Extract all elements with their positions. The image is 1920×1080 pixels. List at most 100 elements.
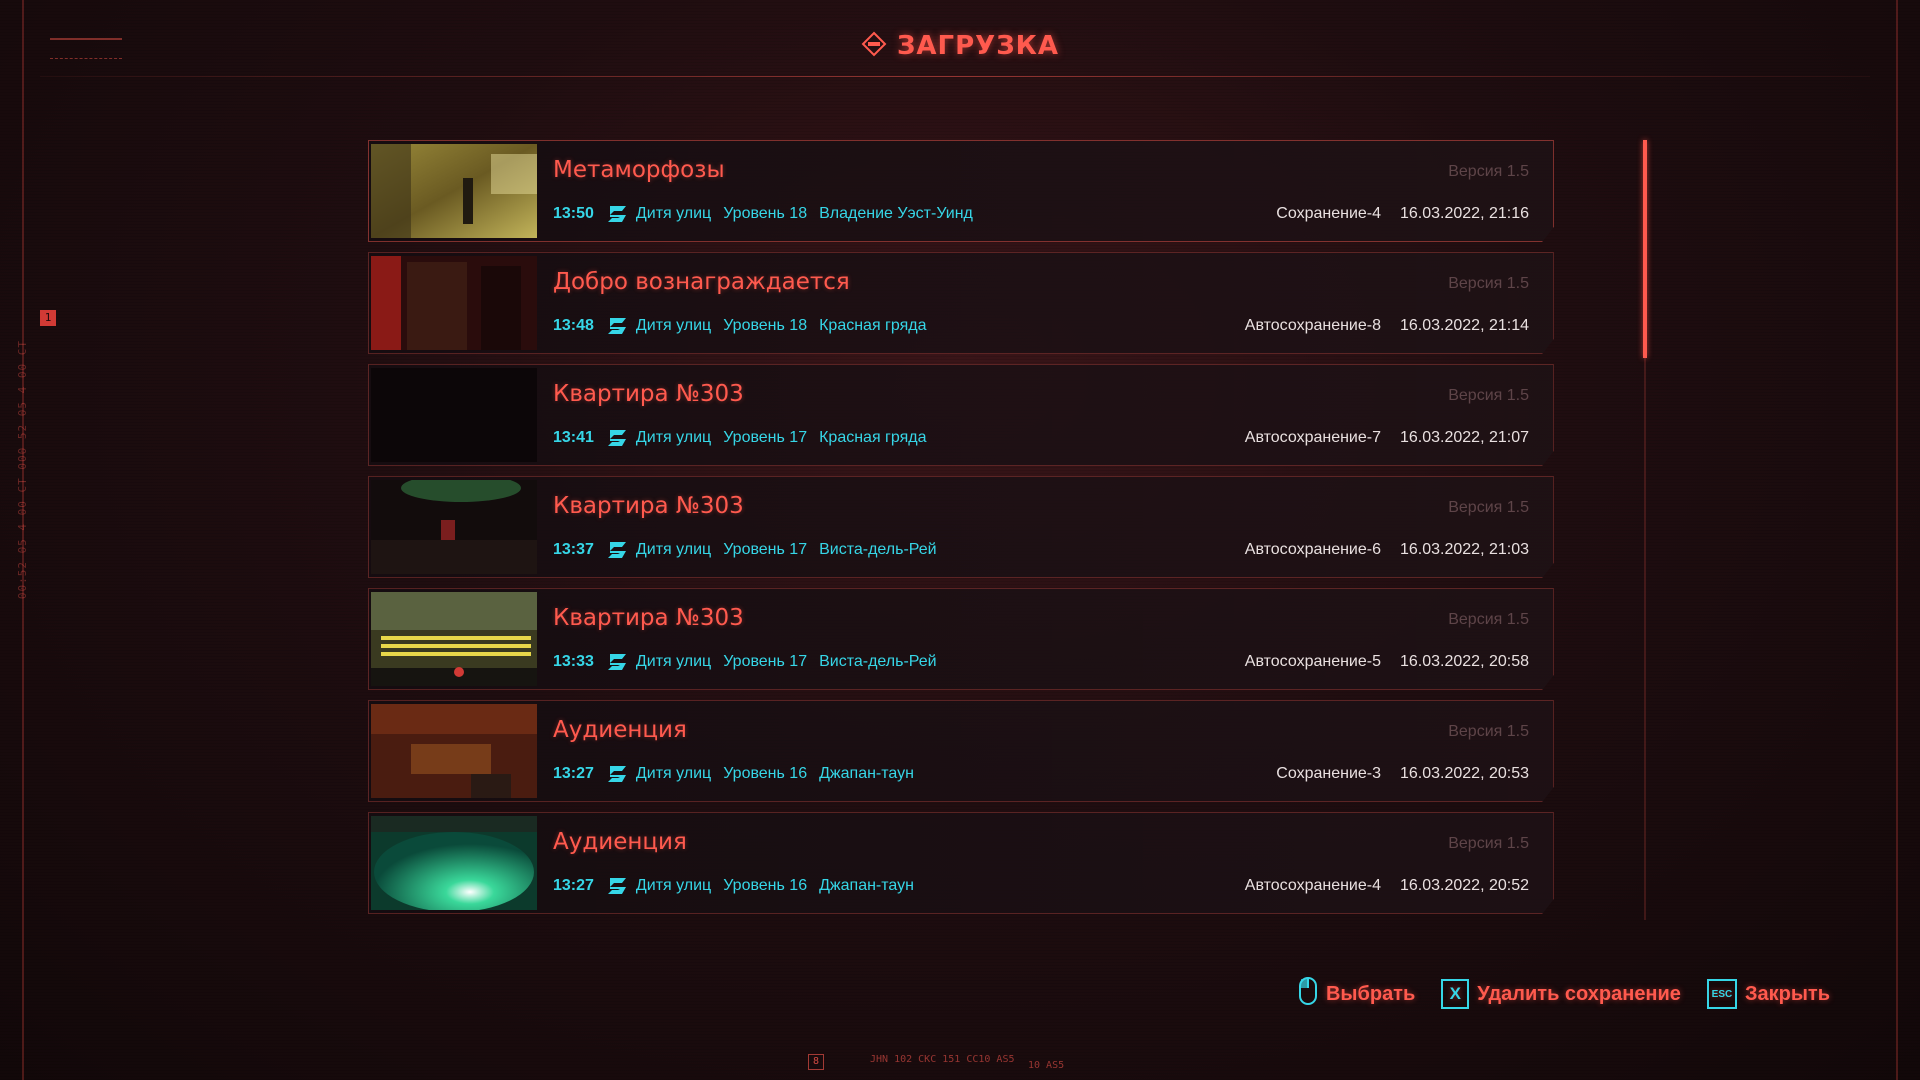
save-level: Уровень 18 xyxy=(723,205,808,222)
save-title: Аудиенция xyxy=(553,717,687,743)
streetkid-icon xyxy=(607,654,626,670)
save-meta: 13:27 Дитя улиц Уровень 16 Джапан-таун xyxy=(553,875,914,897)
lifepath: Дитя улиц xyxy=(606,203,711,225)
game-version: Версия 1.5 xyxy=(1448,163,1529,180)
lifepath-label: Дитя улиц xyxy=(635,877,712,894)
save-thumbnail xyxy=(371,256,537,350)
save-title: Квартира №303 xyxy=(553,493,744,519)
streetkid-icon xyxy=(607,542,626,558)
save-playtime: 13:48 xyxy=(553,317,594,334)
save-name: Автосохранение-6 xyxy=(1244,541,1381,558)
side-code-text: 00:52 05 4 00 CT 000 52 05 4 00 CT xyxy=(16,340,29,600)
delete-save-label: Удалить сохранение xyxy=(1477,982,1681,1005)
header-divider xyxy=(40,76,1870,77)
load-menu-icon xyxy=(861,31,887,62)
save-level: Уровень 17 xyxy=(723,541,808,558)
footer-code-secondary: 10 AS5 xyxy=(1028,1060,1065,1071)
lifepath-label: Дитя улиц xyxy=(635,765,712,782)
save-location: Красная гряда xyxy=(819,317,927,334)
save-date: 16.03.2022, 20:58 xyxy=(1399,653,1529,670)
save-slot[interactable]: Добро вознаграждается 13:48 Дитя улиц Ур… xyxy=(368,252,1554,354)
save-location: Владение Уэст-Уинд xyxy=(819,205,973,222)
footer-code: JHN 102 CKC 151 CC10 AS5 xyxy=(870,1054,1015,1065)
save-level: Уровень 18 xyxy=(723,317,808,334)
save-level: Уровень 16 xyxy=(723,765,808,782)
save-slot[interactable]: Квартира №303 13:37 Дитя улиц Уровень 17… xyxy=(368,476,1554,578)
save-name: Автосохранение-7 xyxy=(1244,429,1381,446)
side-badge: 1 xyxy=(40,310,56,326)
save-name: Автосохранение-8 xyxy=(1244,317,1381,334)
save-list: Метаморфозы 13:50 Дитя улиц Уровень 18 В… xyxy=(368,140,1554,924)
save-slot[interactable]: Аудиенция 13:27 Дитя улиц Уровень 16 Джа… xyxy=(368,812,1554,914)
page-title: ЗАГРУЗКА xyxy=(896,31,1060,61)
save-location: Виста-дель-Рей xyxy=(819,541,937,558)
save-playtime: 13:27 xyxy=(553,877,594,894)
save-date: 16.03.2022, 21:03 xyxy=(1399,541,1529,558)
save-level: Уровень 16 xyxy=(723,877,808,894)
save-slot[interactable]: Аудиенция 13:27 Дитя улиц Уровень 16 Джа… xyxy=(368,700,1554,802)
lifepath: Дитя улиц xyxy=(606,427,711,449)
game-version: Версия 1.5 xyxy=(1448,387,1529,404)
streetkid-icon xyxy=(607,430,626,446)
right-frame-line xyxy=(1896,0,1898,1080)
game-version: Версия 1.5 xyxy=(1448,611,1529,628)
lifepath: Дитя улиц xyxy=(606,875,711,897)
save-playtime: 13:33 xyxy=(553,653,594,670)
delete-save-action[interactable]: X Удалить сохранение xyxy=(1441,979,1681,1009)
save-slot[interactable]: Метаморфозы 13:50 Дитя улиц Уровень 18 В… xyxy=(368,140,1554,242)
save-playtime: 13:37 xyxy=(553,541,594,558)
lifepath: Дитя улиц xyxy=(606,315,711,337)
select-action[interactable]: Выбрать xyxy=(1298,976,1415,1012)
mouse-icon xyxy=(1298,976,1318,1012)
save-name: Автосохранение-4 xyxy=(1244,877,1381,894)
save-meta: 13:50 Дитя улиц Уровень 18 Владение Уэст… xyxy=(553,203,973,225)
save-meta: 13:33 Дитя улиц Уровень 17 Виста-дель-Ре… xyxy=(553,651,937,673)
close-label: Закрыть xyxy=(1744,982,1830,1005)
save-meta: 13:37 Дитя улиц Уровень 17 Виста-дель-Ре… xyxy=(553,539,937,561)
action-bar: Выбрать X Удалить сохранение ESC Закрыть xyxy=(1298,976,1830,1012)
save-location: Красная гряда xyxy=(819,429,927,446)
save-title: Квартира №303 xyxy=(553,605,744,631)
save-date: 16.03.2022, 21:14 xyxy=(1399,317,1529,334)
save-thumbnail xyxy=(371,816,537,910)
lifepath-label: Дитя улиц xyxy=(635,653,712,670)
save-meta: 13:48 Дитя улиц Уровень 18 Красная гряда xyxy=(553,315,927,337)
save-name: Автосохранение-5 xyxy=(1244,653,1381,670)
save-level: Уровень 17 xyxy=(723,429,808,446)
save-location: Виста-дель-Рей xyxy=(819,653,937,670)
close-action[interactable]: ESC Закрыть xyxy=(1706,979,1830,1009)
save-thumbnail xyxy=(371,704,537,798)
esc-key-icon: ESC xyxy=(1706,979,1737,1009)
save-thumbnail xyxy=(371,480,537,574)
save-name: Сохранение-3 xyxy=(1276,765,1381,782)
save-location: Джапан-таун xyxy=(819,877,914,894)
save-title: Квартира №303 xyxy=(553,381,744,407)
scrollbar-thumb[interactable] xyxy=(1643,140,1647,358)
streetkid-icon xyxy=(607,878,626,894)
game-version: Версия 1.5 xyxy=(1448,723,1529,740)
streetkid-icon xyxy=(607,766,626,782)
save-title: Добро вознаграждается xyxy=(553,269,850,295)
save-thumbnail xyxy=(371,592,537,686)
lifepath: Дитя улиц xyxy=(606,763,711,785)
save-playtime: 13:27 xyxy=(553,765,594,782)
streetkid-icon xyxy=(607,206,626,222)
save-meta: 13:41 Дитя улиц Уровень 17 Красная гряда xyxy=(553,427,927,449)
save-date: 16.03.2022, 21:16 xyxy=(1399,205,1529,222)
save-location: Джапан-таун xyxy=(819,765,914,782)
save-thumbnail xyxy=(371,368,537,462)
game-version: Версия 1.5 xyxy=(1448,499,1529,516)
save-title: Метаморфозы xyxy=(553,157,725,183)
save-slot[interactable]: Квартира №303 13:41 Дитя улиц Уровень 17… xyxy=(368,364,1554,466)
save-playtime: 13:41 xyxy=(553,429,594,446)
lifepath-label: Дитя улиц xyxy=(635,541,712,558)
header: ЗАГРУЗКА xyxy=(0,26,1920,66)
save-name: Сохранение-4 xyxy=(1276,205,1381,222)
select-label: Выбрать xyxy=(1325,982,1416,1005)
x-key-icon: X xyxy=(1441,979,1470,1009)
save-date: 16.03.2022, 20:52 xyxy=(1399,877,1529,894)
streetkid-icon xyxy=(607,318,626,334)
save-slot[interactable]: Квартира №303 13:33 Дитя улиц Уровень 17… xyxy=(368,588,1554,690)
lifepath-label: Дитя улиц xyxy=(635,317,712,334)
save-thumbnail xyxy=(371,144,537,238)
